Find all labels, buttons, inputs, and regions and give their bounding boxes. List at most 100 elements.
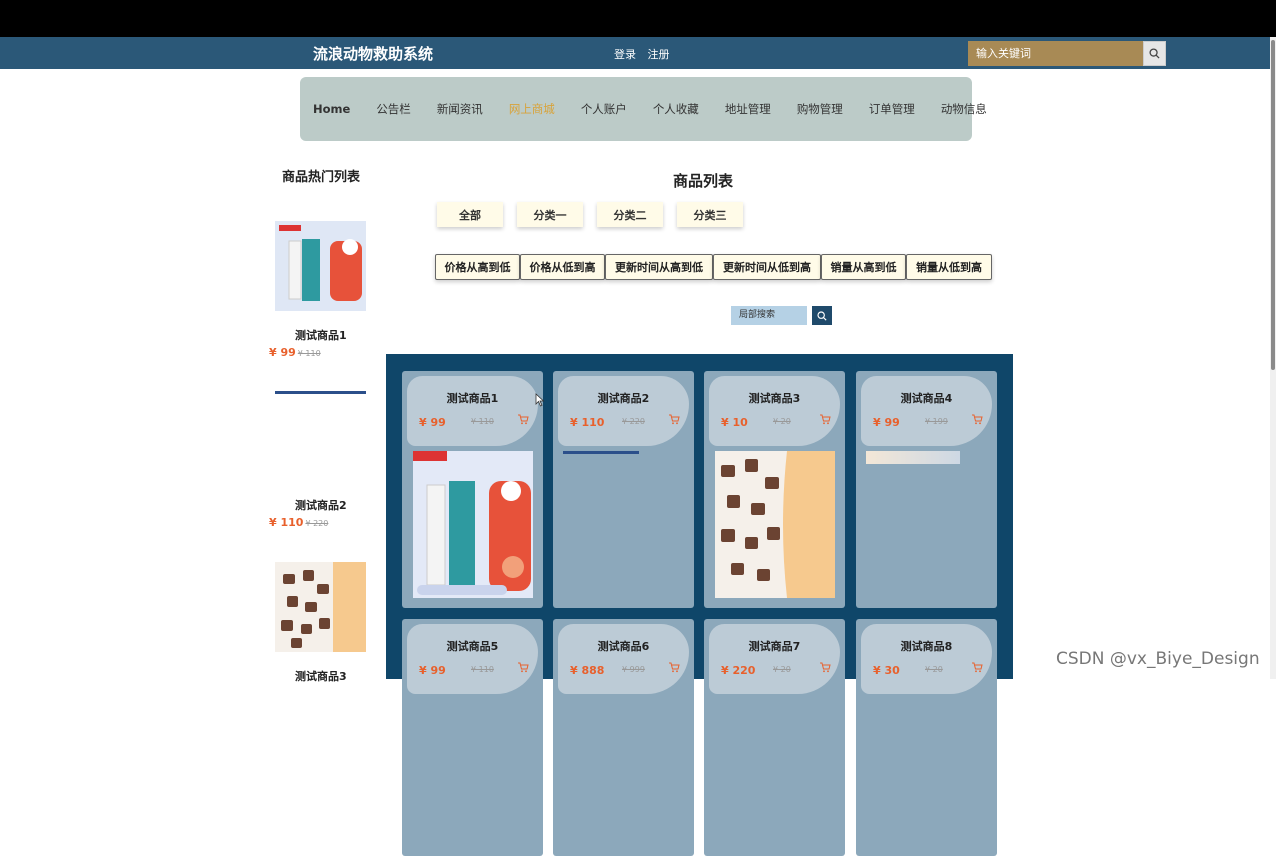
- product-name: 测试商品1: [446, 392, 499, 405]
- product-name: 测试商品8: [900, 640, 953, 653]
- product-price: ¥ 888: [570, 664, 605, 677]
- card-header: 测试商品1 ¥ 99 ¥ 110: [407, 376, 538, 446]
- cart-icon[interactable]: [819, 661, 831, 673]
- login-link[interactable]: 登录: [614, 48, 636, 61]
- auth-links: 登录 注册: [614, 46, 678, 62]
- product-old-price: ¥ 999: [622, 665, 645, 674]
- cart-icon[interactable]: [668, 661, 680, 673]
- product-old-price: ¥ 110: [471, 417, 494, 426]
- sort-sales-asc-button[interactable]: 销量从低到高: [906, 254, 992, 280]
- nav-item-account[interactable]: 个人账户: [581, 101, 627, 117]
- cart-icon[interactable]: [517, 661, 529, 673]
- cart-icon[interactable]: [517, 413, 529, 425]
- sort-price-desc-button[interactable]: 价格从高到低: [435, 254, 520, 280]
- category-3-button[interactable]: 分类三: [677, 202, 743, 227]
- site-title: 流浪动物救助系统: [313, 45, 434, 63]
- hot-item-price: ¥ 99 ¥ 110: [269, 346, 321, 359]
- nav-item-notices[interactable]: 公告栏: [376, 101, 411, 117]
- cart-icon[interactable]: [971, 661, 983, 673]
- nav-item-shop[interactable]: 网上商城: [509, 101, 555, 117]
- cart-icon[interactable]: [971, 413, 983, 425]
- product-price: ¥ 10: [721, 416, 748, 429]
- category-2-button[interactable]: 分类二: [597, 202, 663, 227]
- product-grid: 测试商品1 ¥ 99 ¥ 110 测试商品2 ¥ 110 ¥ 220 测试商品3: [386, 354, 1013, 856]
- local-search-button[interactable]: [812, 306, 832, 325]
- product-card[interactable]: 测试商品2 ¥ 110 ¥ 220: [553, 371, 694, 608]
- product-image: [275, 221, 366, 311]
- sort-time-desc-button[interactable]: 更新时间从高到低: [605, 254, 713, 280]
- product-price: ¥ 30: [873, 664, 900, 677]
- sort-sales-desc-button[interactable]: 销量从高到低: [821, 254, 906, 280]
- product-card[interactable]: 测试商品1 ¥ 99 ¥ 110: [402, 371, 543, 608]
- product-old-price: ¥ 199: [925, 417, 948, 426]
- mouse-cursor-icon: [535, 393, 545, 407]
- product-old-price: ¥ 110: [471, 665, 494, 674]
- hot-item-name: 测试商品2: [295, 499, 347, 512]
- product-name: 测试商品3: [748, 392, 801, 405]
- product-image-partial: [866, 451, 960, 464]
- product-price: ¥ 110: [570, 416, 605, 429]
- black-bar: [0, 0, 1276, 37]
- main-nav: Home 公告栏 新闻资讯 网上商城 个人账户 个人收藏 地址管理 购物管理 订…: [300, 77, 987, 141]
- top-bar: 流浪动物救助系统 登录 注册 输入关键词: [0, 37, 1276, 69]
- cart-icon[interactable]: [668, 413, 680, 425]
- nav-item-address[interactable]: 地址管理: [725, 101, 771, 117]
- register-link[interactable]: 注册: [648, 48, 670, 61]
- product-card[interactable]: 测试商品5 ¥ 99 ¥ 110: [402, 619, 543, 856]
- product-image-loading: [563, 451, 639, 454]
- card-header: 测试商品4 ¥ 99 ¥ 199: [861, 376, 992, 446]
- product-old-price: ¥ 20: [773, 665, 791, 674]
- watermark: CSDN @vx_Biye_Design: [1056, 649, 1260, 669]
- nav-item-cart[interactable]: 购物管理: [797, 101, 843, 117]
- product-old-price: ¥ 220: [622, 417, 645, 426]
- product-card[interactable]: 测试商品6 ¥ 888 ¥ 999: [553, 619, 694, 856]
- product-price: ¥ 220: [721, 664, 756, 677]
- nav-item-animals[interactable]: 动物信息: [941, 101, 987, 117]
- sort-time-asc-button[interactable]: 更新时间从低到高: [713, 254, 821, 280]
- product-name: 测试商品2: [597, 392, 650, 405]
- hot-item-price: ¥ 110 ¥ 220: [269, 516, 328, 529]
- nav-item-orders[interactable]: 订单管理: [869, 101, 915, 117]
- search-icon: [1149, 48, 1160, 59]
- old-price: ¥ 220: [305, 519, 329, 528]
- category-all-button[interactable]: 全部: [437, 202, 503, 227]
- product-price: ¥ 99: [419, 664, 446, 677]
- product-name: 测试商品6: [597, 640, 650, 653]
- search-icon: [817, 310, 827, 321]
- card-header: 测试商品3 ¥ 10 ¥ 20: [709, 376, 840, 446]
- nav-item-favorites[interactable]: 个人收藏: [653, 101, 699, 117]
- sort-price-asc-button[interactable]: 价格从低到高: [520, 254, 605, 280]
- card-header: 测试商品5 ¥ 99 ¥ 110: [407, 624, 538, 694]
- search-button[interactable]: [1143, 41, 1166, 66]
- product-card[interactable]: 测试商品3 ¥ 10 ¥ 20: [704, 371, 845, 608]
- product-old-price: ¥ 20: [773, 417, 791, 426]
- nav-item-home[interactable]: Home: [313, 102, 350, 116]
- card-header: 测试商品7 ¥ 220 ¥ 20: [709, 624, 840, 694]
- product-image-loading: [275, 391, 366, 394]
- category-1-button[interactable]: 分类一: [517, 202, 583, 227]
- product-name: 测试商品7: [748, 640, 801, 653]
- product-card[interactable]: 测试商品4 ¥ 99 ¥ 199: [856, 371, 997, 608]
- cart-icon[interactable]: [819, 413, 831, 425]
- price-value: ¥ 110: [269, 516, 304, 529]
- price-value: ¥ 99: [269, 346, 296, 359]
- product-name: 测试商品4: [900, 392, 953, 405]
- product-price: ¥ 99: [419, 416, 446, 429]
- product-card[interactable]: 测试商品7 ¥ 220 ¥ 20: [704, 619, 845, 856]
- local-search-input[interactable]: 局部搜索: [731, 306, 807, 325]
- product-image: [715, 451, 835, 598]
- search-input[interactable]: 输入关键词: [968, 41, 1143, 66]
- card-header: 测试商品6 ¥ 888 ¥ 999: [558, 624, 689, 694]
- scrollbar-thumb[interactable]: [1271, 40, 1275, 370]
- product-name: 测试商品5: [446, 640, 499, 653]
- product-old-price: ¥ 20: [925, 665, 943, 674]
- hot-list-title: 商品热门列表: [282, 170, 361, 185]
- product-price: ¥ 99: [873, 416, 900, 429]
- old-price: ¥ 110: [297, 349, 321, 358]
- card-header: 测试商品8 ¥ 30 ¥ 20: [861, 624, 992, 694]
- product-list-title: 商品列表: [673, 172, 734, 190]
- product-card[interactable]: 测试商品8 ¥ 30 ¥ 20: [856, 619, 997, 856]
- nav-item-news[interactable]: 新闻资讯: [437, 101, 483, 117]
- hot-item-name: 测试商品1: [295, 329, 347, 342]
- card-header: 测试商品2 ¥ 110 ¥ 220: [558, 376, 689, 446]
